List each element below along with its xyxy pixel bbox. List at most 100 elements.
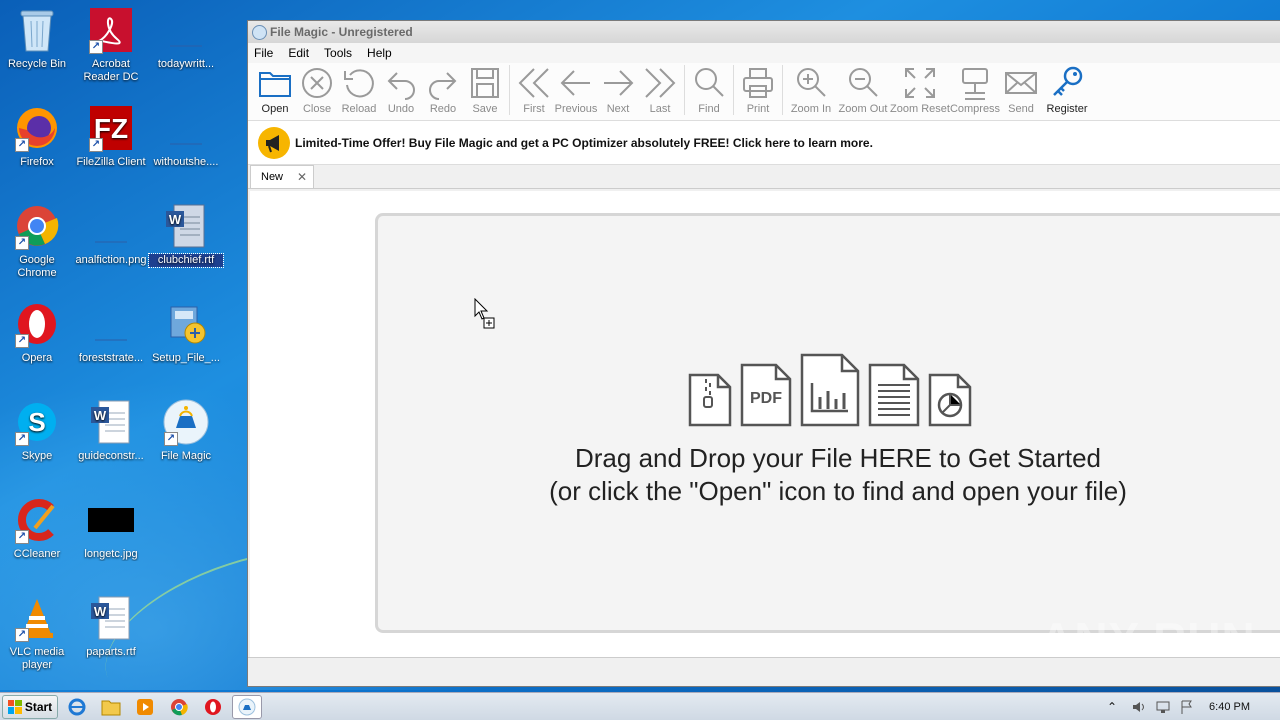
taskbar-media-player[interactable]	[130, 695, 160, 719]
word-document-icon: W	[87, 594, 135, 642]
desktop-icon-filezilla[interactable]: FZ ↗ FileZilla Client	[74, 104, 148, 169]
file-icon	[162, 6, 210, 54]
taskbar-ie[interactable]	[62, 695, 92, 719]
word-document-icon: W	[87, 398, 135, 446]
drop-instructions: Drag and Drop your File HERE to Get Star…	[378, 442, 1280, 508]
desktop-icon-ccleaner[interactable]: ↗ CCleaner	[0, 496, 74, 561]
double-chevron-left-icon	[518, 68, 549, 98]
start-button[interactable]: Start	[2, 694, 58, 719]
file-magic-icon	[238, 698, 256, 715]
zoom-in-icon	[797, 68, 826, 97]
zoom-out-button[interactable]: Zoom Out	[836, 65, 890, 115]
desktop-icon-foreststrate[interactable]: foreststrate...	[74, 300, 148, 365]
tab-new[interactable]: New ✕	[250, 165, 315, 188]
save-icon	[471, 68, 499, 98]
svg-text:S: S	[28, 407, 45, 437]
taskbar-explorer[interactable]	[96, 695, 126, 719]
close-circle-icon	[302, 68, 332, 98]
printer-icon	[743, 68, 773, 98]
print-button[interactable]: Print	[737, 65, 779, 115]
arrow-left-icon	[560, 70, 590, 96]
desktop-icon-firefox[interactable]: ↗ Firefox	[0, 104, 74, 169]
file-icon	[87, 300, 135, 348]
desktop-icon-file-magic[interactable]: ↗ File Magic	[149, 398, 223, 463]
zoom-out-icon	[849, 68, 878, 97]
undo-button[interactable]: Undo	[380, 65, 422, 115]
desktop-icon-guideconstr[interactable]: W guideconstr...	[74, 398, 148, 463]
file-type-icons: PDF	[688, 353, 980, 427]
menu-help[interactable]: Help	[367, 46, 392, 60]
megaphone-icon	[258, 126, 290, 159]
zip-file-icon	[688, 373, 732, 427]
installer-icon	[162, 300, 210, 348]
menu-tools[interactable]: Tools	[324, 46, 352, 60]
menu-file[interactable]: File	[254, 46, 273, 60]
desktop-icon-clubchief[interactable]: W clubchief.rtf	[148, 202, 224, 268]
media-player-icon	[137, 698, 153, 715]
find-button[interactable]: Find	[688, 65, 730, 115]
first-page-button[interactable]: First	[513, 65, 555, 115]
save-button[interactable]: Save	[464, 65, 506, 115]
opera-icon: ↗	[13, 300, 61, 348]
compress-button[interactable]: Compress	[950, 65, 1000, 115]
register-button[interactable]: Register	[1042, 65, 1092, 115]
close-tab-icon[interactable]: ✕	[297, 170, 307, 184]
toolbar-separator	[684, 65, 685, 115]
file-icon	[162, 104, 210, 152]
desktop-icon-setup-file[interactable]: Setup_File_...	[149, 300, 223, 365]
taskbar-opera[interactable]	[198, 695, 228, 719]
svg-text:PDF: PDF	[750, 390, 782, 407]
key-icon	[1053, 66, 1083, 96]
send-button[interactable]: Send	[1000, 65, 1042, 115]
open-button[interactable]: Open	[254, 65, 296, 115]
desktop-icon-todaywritt[interactable]: todaywritt...	[149, 6, 223, 71]
word-document-icon: W	[162, 202, 210, 250]
drop-line-2: (or click the "Open" icon to find and op…	[549, 476, 1127, 506]
toolbar: Open Close Reload Undo Redo Save First P…	[248, 63, 1280, 121]
desktop-icon-skype[interactable]: S ↗ Skype	[0, 398, 74, 463]
zoom-reset-button[interactable]: Zoom Reset	[890, 65, 950, 115]
menu-bar: File Edit Tools Help	[248, 43, 1280, 63]
menu-edit[interactable]: Edit	[288, 46, 309, 60]
start-label: Start	[24, 699, 53, 714]
flag-icon[interactable]	[1179, 699, 1195, 715]
drop-zone[interactable]: PDF Drag and Drop your File HERE to Get …	[375, 213, 1280, 633]
close-button[interactable]: Close	[296, 65, 338, 115]
anyrun-watermark: ANY RUN	[1040, 613, 1256, 665]
network-icon[interactable]	[1155, 699, 1171, 715]
taskbar-file-magic[interactable]	[232, 694, 262, 719]
internet-explorer-icon	[68, 698, 86, 715]
desktop-icon-withoutshe[interactable]: withoutshe....	[149, 104, 223, 169]
promo-text[interactable]: Limited-Time Offer! Buy File Magic and g…	[295, 136, 873, 150]
last-page-button[interactable]: Last	[639, 65, 681, 115]
pie-chart-file-icon	[928, 373, 972, 427]
svg-text:W: W	[94, 604, 107, 619]
reload-icon	[344, 69, 374, 98]
speaker-icon[interactable]	[1131, 699, 1147, 715]
promo-banner[interactable]: Limited-Time Offer! Buy File Magic and g…	[248, 121, 1280, 165]
app-icon	[252, 24, 267, 40]
undo-icon	[387, 72, 415, 100]
desktop-icon-longetc[interactable]: longetc.jpg	[74, 496, 148, 561]
previous-page-button[interactable]: Previous	[555, 65, 597, 115]
chrome-icon	[171, 698, 188, 715]
zoom-in-button[interactable]: Zoom In	[786, 65, 836, 115]
desktop-icon-vlc[interactable]: ↗ VLC media player	[0, 594, 74, 672]
desktop-icon-recycle-bin[interactable]: Recycle Bin	[0, 6, 74, 71]
taskbar-chrome[interactable]	[164, 695, 194, 719]
svg-text:W: W	[169, 212, 182, 227]
reload-button[interactable]: Reload	[338, 65, 380, 115]
desktop-icon-opera[interactable]: ↗ Opera	[0, 300, 74, 365]
window-titlebar[interactable]: File Magic - Unregistered	[248, 21, 1280, 43]
desktop-icon-chrome[interactable]: ↗ Google Chrome	[0, 202, 74, 280]
folder-open-icon	[259, 72, 291, 97]
redo-button[interactable]: Redo	[422, 65, 464, 115]
desktop-icon-acrobat[interactable]: ↗ Acrobat Reader DC	[74, 6, 148, 84]
desktop-icon-analfiction[interactable]: analfiction.png	[74, 202, 148, 267]
next-page-button[interactable]: Next	[597, 65, 639, 115]
windows-logo-icon	[7, 699, 22, 714]
file-magic-icon: ↗	[162, 398, 210, 446]
desktop-icon-paparts[interactable]: W paparts.rtf	[74, 594, 148, 659]
clock[interactable]: 6:40 PM	[1209, 701, 1250, 713]
chevron-up-icon[interactable]: ⌃	[1107, 699, 1123, 715]
